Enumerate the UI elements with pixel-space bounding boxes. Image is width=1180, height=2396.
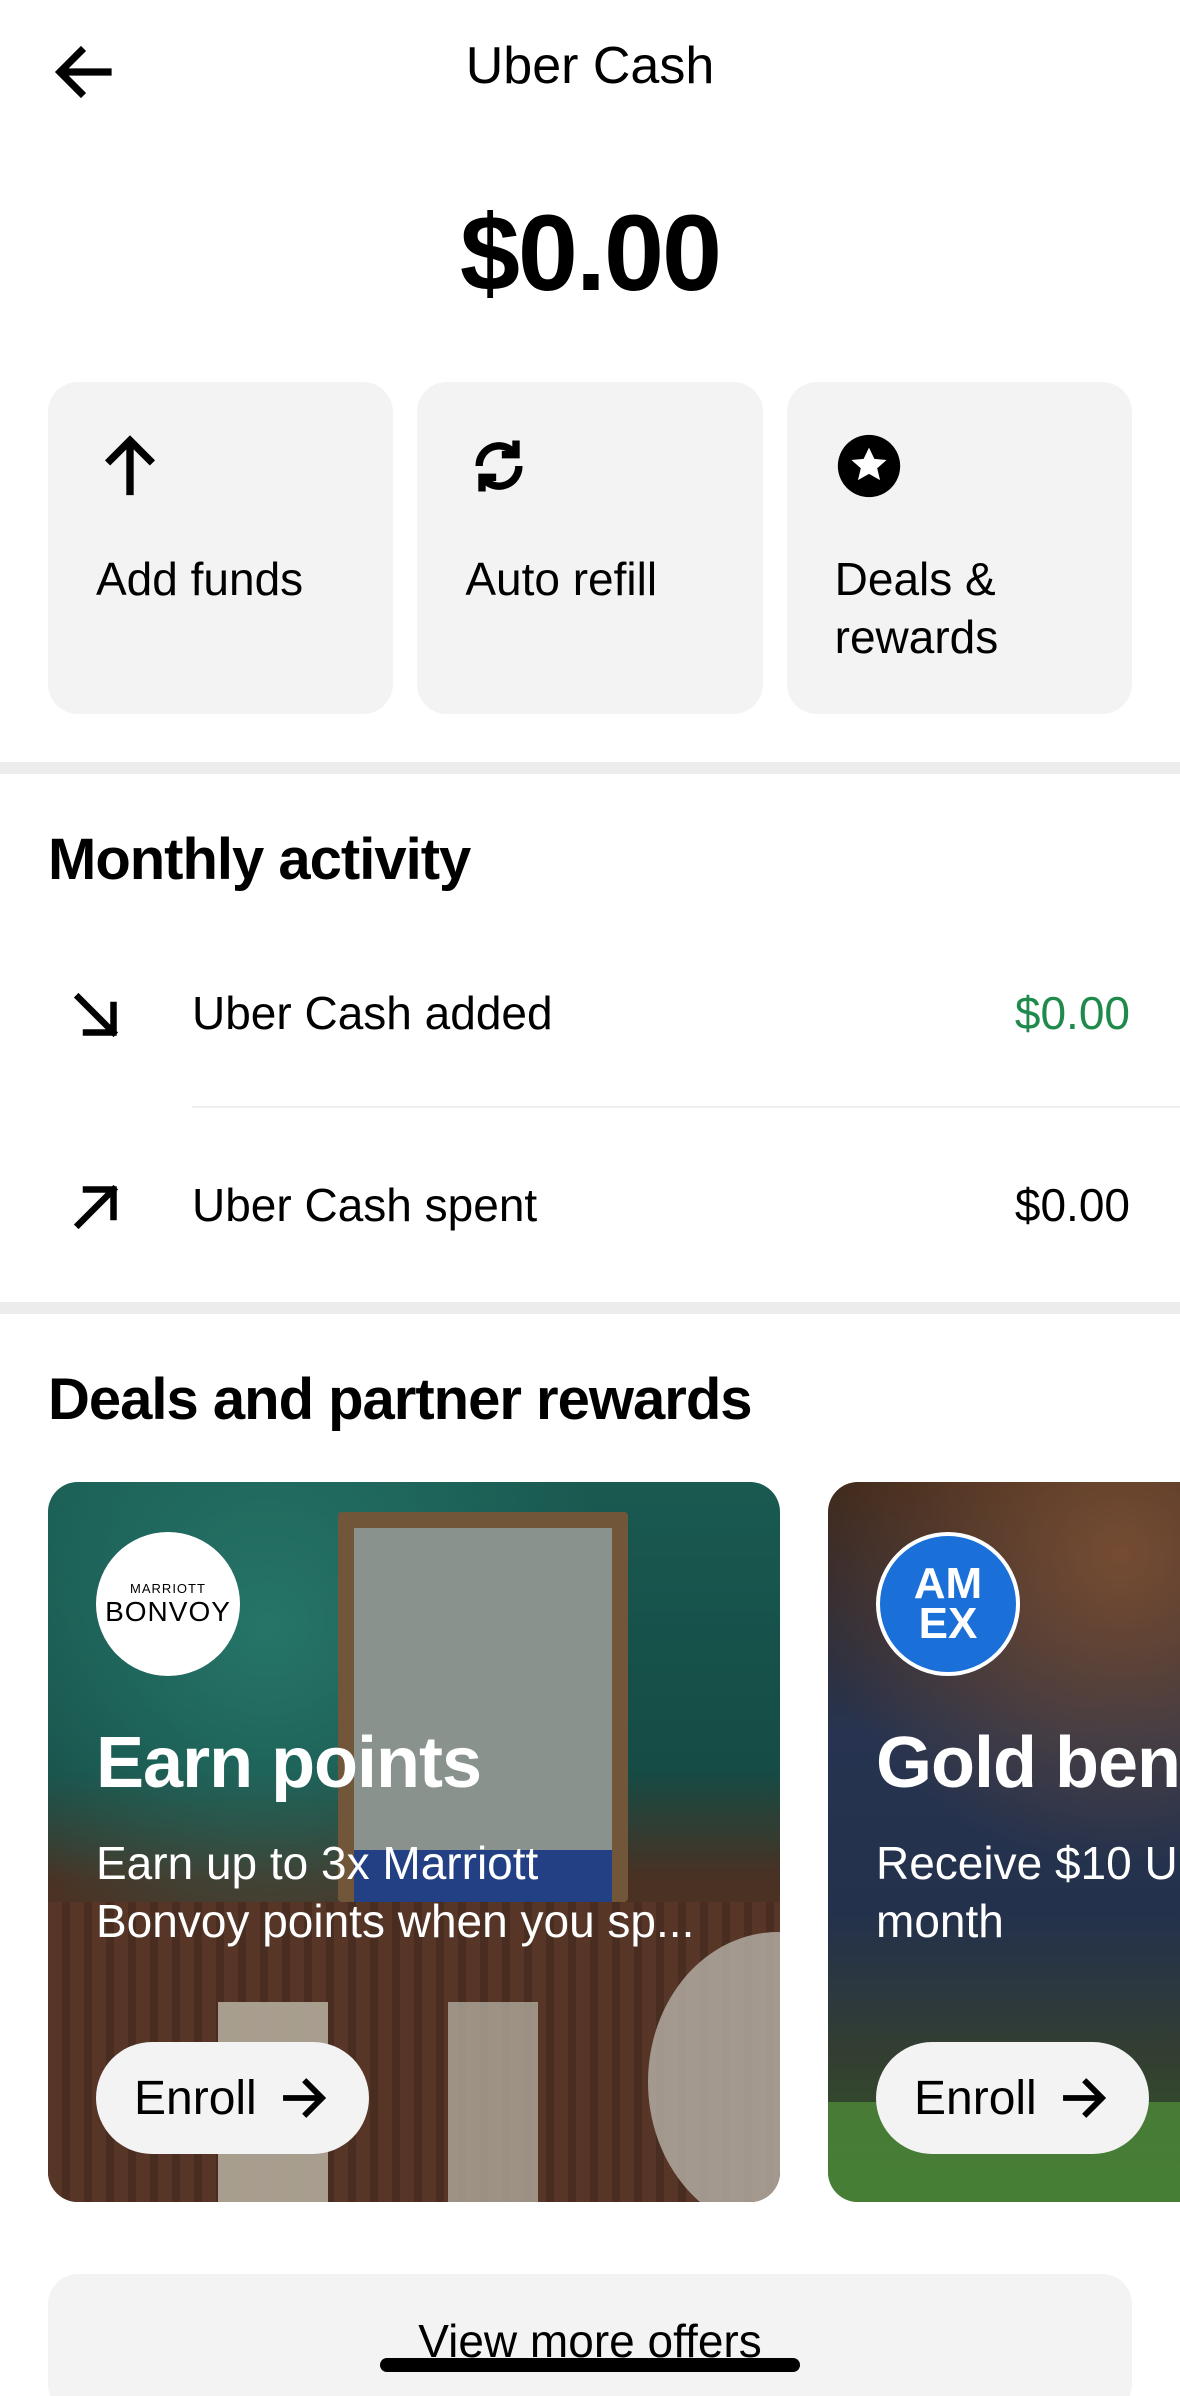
card-title: Earn points <box>96 1723 482 1803</box>
deal-card-amex[interactable]: AM EX Gold ben Receive $10 U month Enrol… <box>828 1482 1180 2202</box>
card-description: Receive $10 U month <box>876 1834 1180 1950</box>
home-indicator[interactable] <box>380 2358 800 2372</box>
card-description: Earn up to 3x Marriott Bonvoy points whe… <box>96 1834 746 1950</box>
deals-carousel[interactable]: MARRIOTT BONVOY Earn points Earn up to 3… <box>48 1482 1180 2202</box>
monthly-activity-title: Monthly activity <box>48 827 471 892</box>
arrow-down-right-icon <box>73 992 119 1038</box>
action-tiles: Add funds Auto refill Deals & rewards <box>48 382 1132 714</box>
amex-logo: AM EX <box>876 1532 1020 1676</box>
marriott-bonvoy-logo: MARRIOTT BONVOY <box>96 1532 240 1676</box>
arrow-right-icon <box>1062 2078 1106 2118</box>
star-circle-icon <box>837 434 900 498</box>
auto-refill-label: Auto refill <box>465 553 658 605</box>
enroll-label: Enroll <box>134 2071 257 2125</box>
logo-text: MARRIOTT <box>130 1580 206 1596</box>
refresh-icon <box>475 440 523 492</box>
activity-row-spent: Uber Cash spent $0.00 <box>0 1132 1180 1282</box>
enroll-label: Enroll <box>914 2071 1037 2125</box>
deals-title: Deals and partner rewards <box>48 1367 753 1432</box>
deal-card-marriott[interactable]: MARRIOTT BONVOY Earn points Earn up to 3… <box>48 1482 780 2202</box>
card-description-line: Earn up to 3x Marriott <box>96 1837 539 1889</box>
view-more-offers-button[interactable]: View more offers <box>48 2274 1132 2396</box>
arrow-up-icon <box>104 435 156 496</box>
add-funds-label: Add funds <box>96 553 304 605</box>
auto-refill-button[interactable]: Auto refill <box>417 382 763 714</box>
section-divider <box>0 1302 1180 1314</box>
card-description-line: Receive $10 U <box>876 1837 1178 1889</box>
logo-text: AM <box>913 1559 983 1608</box>
enroll-button[interactable]: Enroll <box>876 2042 1149 2154</box>
cash-balance: $0.00 <box>459 192 722 313</box>
page-title: Uber Cash <box>465 37 715 95</box>
enroll-button[interactable]: Enroll <box>96 2042 369 2154</box>
row-separator <box>192 1106 1180 1108</box>
activity-amount: $0.00 <box>1014 987 1130 1039</box>
activity-amount: $0.00 <box>1014 1179 1130 1231</box>
logo-text: EX <box>918 1599 978 1648</box>
activity-label: Uber Cash added <box>192 987 553 1039</box>
card-description-line: Bonvoy points when you sp... <box>96 1895 695 1947</box>
add-funds-button[interactable]: Add funds <box>48 382 394 714</box>
card-title: Gold ben <box>876 1723 1180 1803</box>
arrow-up-right-icon <box>73 1184 119 1230</box>
card-description-line: month <box>876 1895 1004 1947</box>
arrow-right-icon <box>282 2078 326 2118</box>
activity-row-added: Uber Cash added $0.00 <box>0 940 1180 1090</box>
section-divider <box>0 762 1180 774</box>
logo-text: BONVOY <box>105 1595 231 1627</box>
activity-label: Uber Cash spent <box>192 1179 538 1231</box>
deals-rewards-label: Deals & rewards <box>834 553 999 663</box>
deals-rewards-button[interactable]: Deals & rewards <box>786 382 1132 714</box>
header: Uber Cash <box>0 0 1180 140</box>
uber-cash-screen: Uber Cash $0.00 Add funds Auto refill De… <box>0 0 1180 2396</box>
